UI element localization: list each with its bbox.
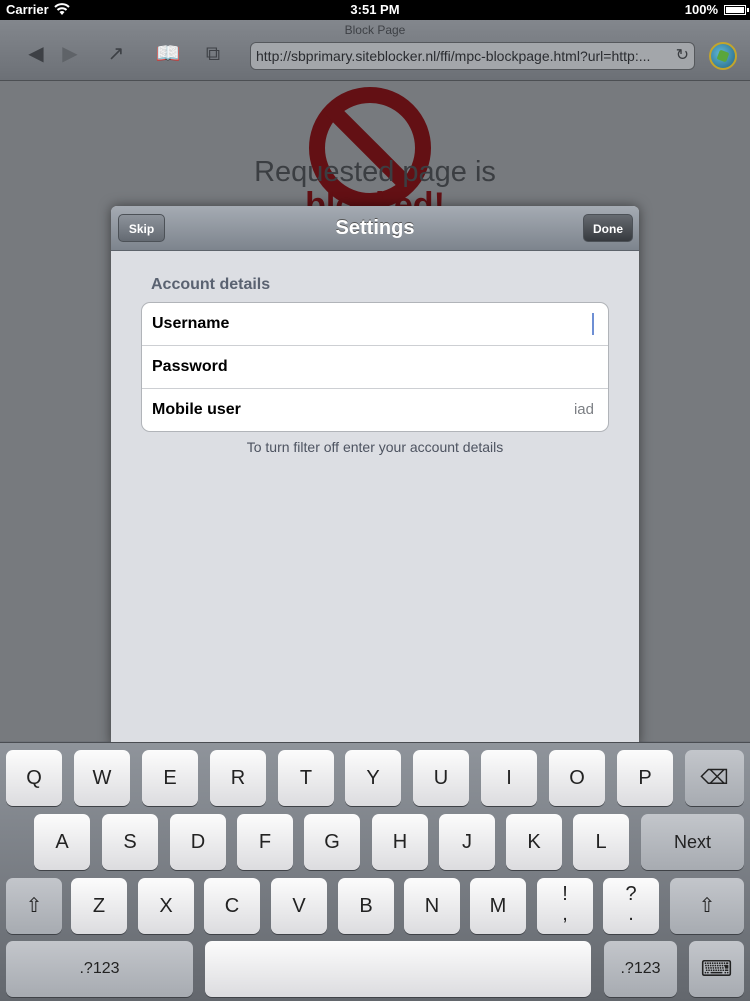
modal-nav-bar: Skip Settings Done	[111, 206, 639, 251]
share-icon[interactable]: ↗	[103, 42, 129, 66]
key-o[interactable]: O	[549, 750, 605, 806]
status-bar: Carrier 3:51 PM 100%	[0, 0, 750, 20]
key-w[interactable]: W	[74, 750, 130, 806]
battery-icon	[724, 5, 749, 15]
key-v[interactable]: V	[271, 878, 327, 934]
helper-text: To turn filter off enter your account de…	[246, 439, 504, 455]
browser-page-title: Block Page	[344, 23, 406, 37]
clock: 3:51 PM	[350, 2, 400, 17]
key-n[interactable]: N	[404, 878, 460, 934]
key-j[interactable]: J	[439, 814, 495, 870]
reload-icon[interactable]: ↻	[676, 47, 689, 65]
key-c[interactable]: C	[204, 878, 260, 934]
key-m[interactable]: M	[470, 878, 526, 934]
battery-percent: 100%	[684, 2, 718, 17]
tabs-icon[interactable]: ⧉	[201, 42, 225, 66]
mobile-user-field[interactable]: Mobile user iad	[142, 389, 608, 431]
key-d[interactable]: D	[170, 814, 226, 870]
siteblocker-extension-icon[interactable]	[709, 42, 737, 70]
space-key[interactable]	[205, 941, 591, 997]
url-input[interactable]	[256, 46, 666, 66]
modal-title: Settings	[335, 217, 415, 239]
key-u[interactable]: U	[413, 750, 469, 806]
key-exclamation-label: !	[562, 883, 568, 905]
backspace-key[interactable]: ⌫	[685, 750, 744, 806]
key-question-label: ?	[625, 883, 637, 905]
account-form: Username Password Mobile user iad	[141, 302, 609, 432]
key-f[interactable]: F	[237, 814, 293, 870]
key-l[interactable]: L	[573, 814, 629, 870]
onscreen-keyboard: Q W E R T Y U I O P ⌫ A S D F G H J K L …	[0, 742, 750, 1001]
key-y[interactable]: Y	[345, 750, 401, 806]
password-field[interactable]: Password	[142, 346, 608, 389]
key-b[interactable]: B	[338, 878, 394, 934]
numbers-key-left[interactable]: .?123	[6, 941, 193, 997]
hide-keyboard-icon[interactable]: ⌨	[689, 941, 744, 997]
numbers-key-right[interactable]: .?123	[604, 941, 677, 997]
blocked-heading: Requested page is	[254, 156, 496, 188]
section-title: Account details	[151, 276, 271, 293]
mobile-user-label: Mobile user	[152, 401, 241, 418]
key-k[interactable]: K	[506, 814, 562, 870]
key-h[interactable]: H	[372, 814, 428, 870]
key-s[interactable]: S	[102, 814, 158, 870]
key-t[interactable]: T	[278, 750, 334, 806]
url-bar[interactable]: ↻	[250, 42, 695, 70]
key-g[interactable]: G	[304, 814, 360, 870]
shift-key-right[interactable]: ⇧	[670, 878, 744, 934]
password-label: Password	[152, 358, 228, 375]
mobile-user-value: iad	[573, 401, 594, 418]
next-key[interactable]: Next	[641, 814, 744, 870]
key-question-period[interactable]: ? .	[603, 878, 659, 934]
forward-icon[interactable]: ▶	[58, 42, 82, 66]
key-exclamation-comma[interactable]: ! ,	[537, 878, 593, 934]
key-comma-label: ,	[562, 903, 568, 925]
key-period-label: .	[628, 903, 634, 925]
key-x[interactable]: X	[138, 878, 194, 934]
settings-modal: Skip Settings Done Account details Usern…	[111, 206, 639, 746]
text-cursor	[592, 313, 594, 335]
key-e[interactable]: E	[142, 750, 198, 806]
key-a[interactable]: A	[34, 814, 90, 870]
back-icon[interactable]: ◀	[24, 42, 48, 66]
username-field[interactable]: Username	[142, 303, 608, 346]
done-button[interactable]: Done	[583, 214, 633, 242]
key-r[interactable]: R	[210, 750, 266, 806]
key-q[interactable]: Q	[6, 750, 62, 806]
key-z[interactable]: Z	[71, 878, 127, 934]
bookmarks-icon[interactable]: 📖	[155, 42, 181, 66]
browser-toolbar: Block Page ◀ ▶ ↗ 📖 ⧉ ↻	[0, 20, 750, 81]
shift-key-left[interactable]: ⇧	[6, 878, 62, 934]
key-p[interactable]: P	[617, 750, 673, 806]
username-label: Username	[152, 315, 230, 332]
key-i[interactable]: I	[481, 750, 537, 806]
